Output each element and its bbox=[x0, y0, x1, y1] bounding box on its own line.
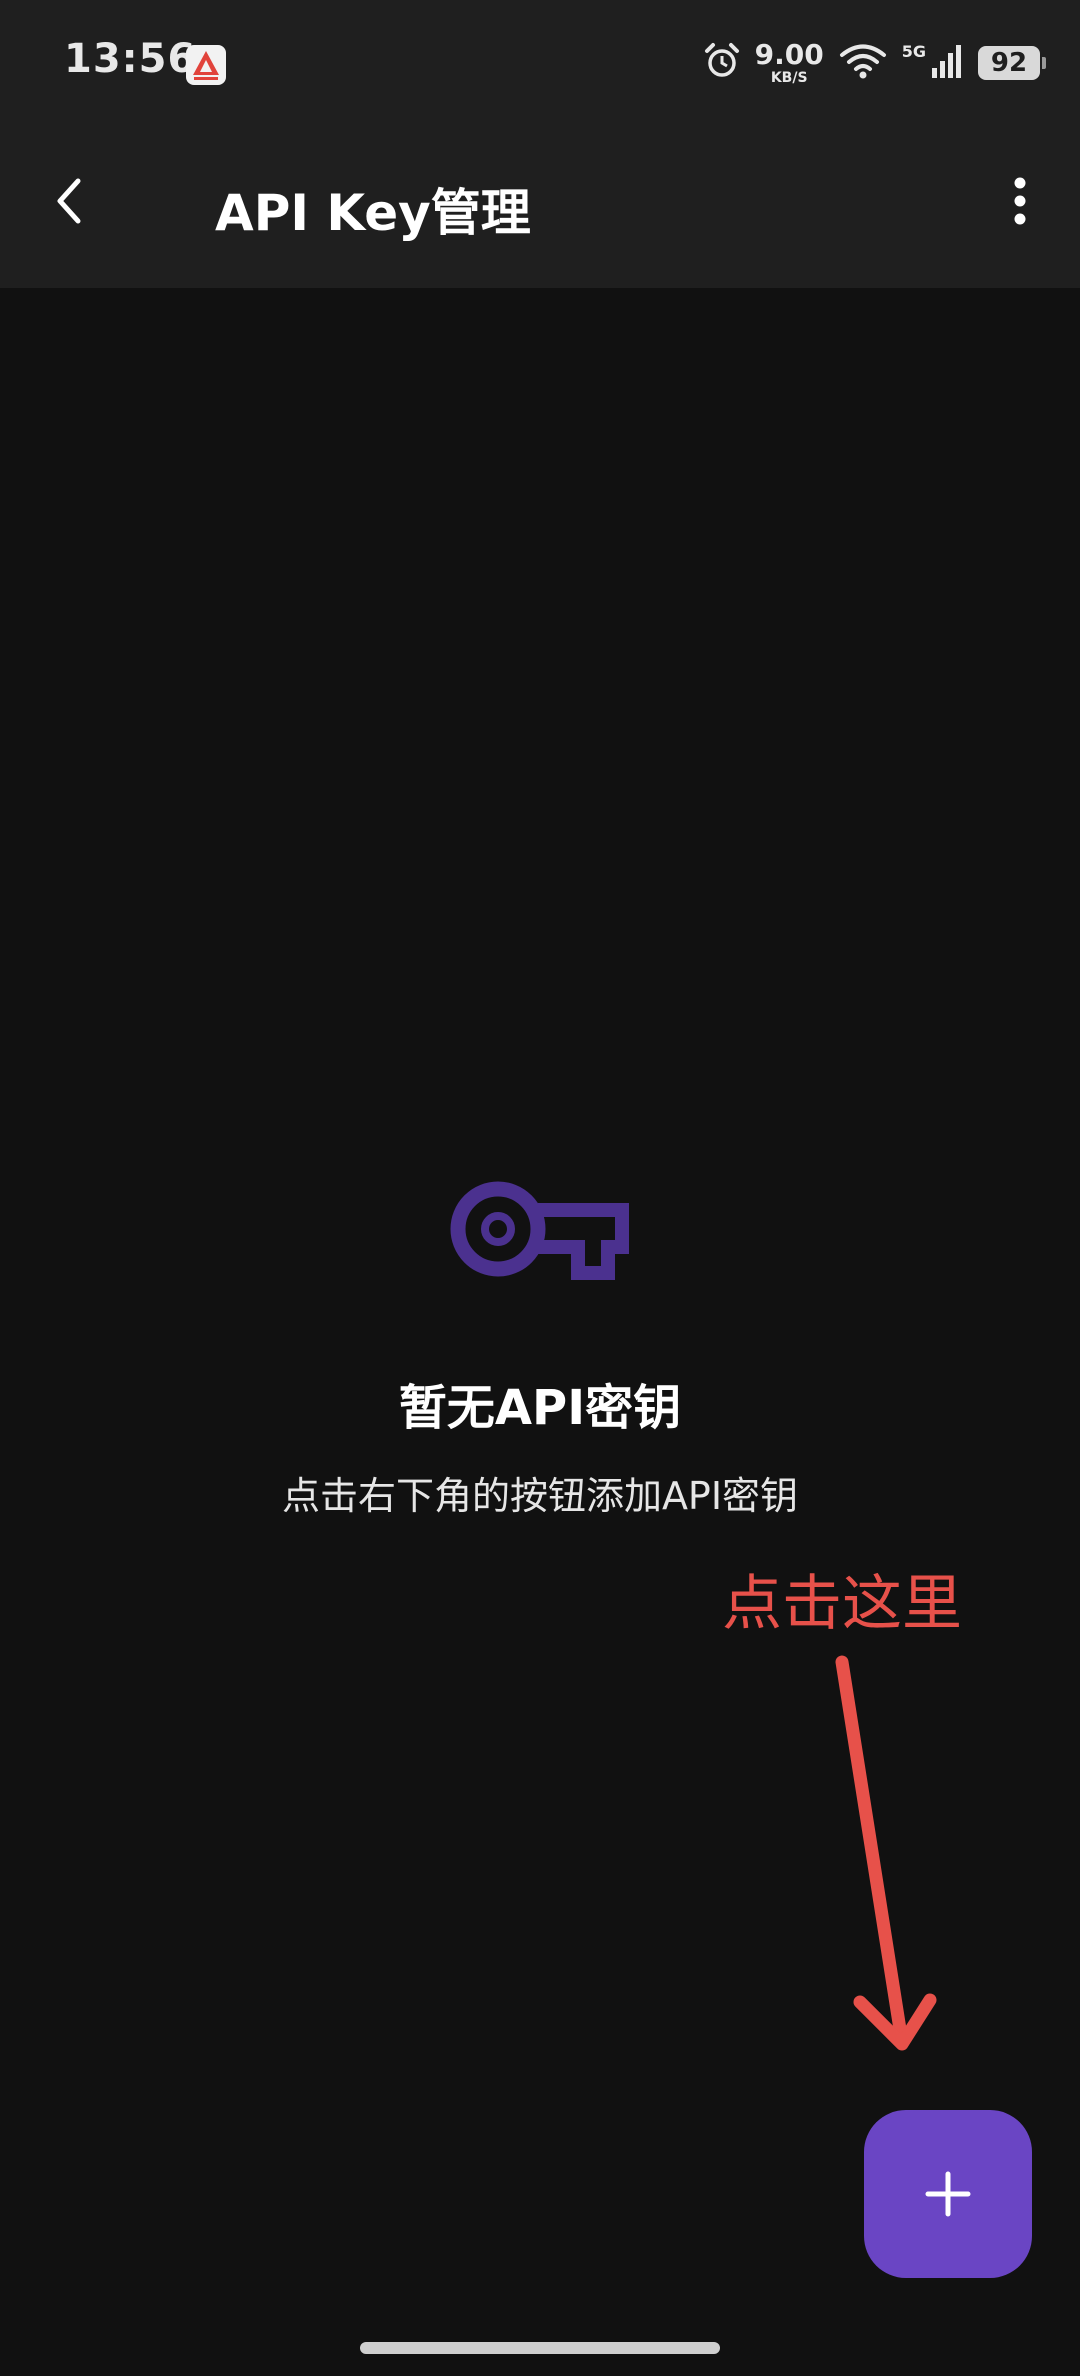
network-speed-unit: KB/S bbox=[770, 70, 808, 86]
network-speed: 9.00 KB/S bbox=[754, 38, 824, 86]
wifi-icon bbox=[838, 42, 888, 84]
back-button[interactable] bbox=[40, 171, 100, 231]
status-icons: 9.00 KB/S 5G 92 bbox=[703, 38, 1046, 88]
add-api-key-button[interactable] bbox=[864, 2110, 1032, 2278]
alarm-icon bbox=[703, 42, 741, 84]
status-bar: 13:56 9.00 KB/S 5G 92 bbox=[0, 0, 1080, 125]
page-title: API Key管理 bbox=[215, 184, 531, 242]
status-time: 13:56 bbox=[64, 36, 197, 82]
arrow-down-icon bbox=[820, 1650, 950, 2060]
more-vert-icon bbox=[1014, 177, 1026, 225]
signal-icon bbox=[930, 42, 964, 84]
more-options-button[interactable] bbox=[990, 171, 1050, 231]
chevron-left-icon bbox=[57, 178, 81, 224]
network-type: 5G bbox=[901, 42, 926, 61]
network-speed-value: 9.00 bbox=[754, 38, 824, 71]
battery-icon: 92 bbox=[978, 46, 1046, 80]
app-notification-icon bbox=[186, 45, 226, 85]
app-bar: API Key管理 bbox=[0, 125, 1080, 288]
empty-state-subtitle: 点击右下角的按钮添加API密钥 bbox=[281, 1474, 799, 1518]
empty-state-title: 暂无API密钥 bbox=[398, 1380, 682, 1436]
annotation-text: 点击这里 bbox=[722, 1569, 962, 1639]
gesture-navigation-bar[interactable] bbox=[360, 2342, 720, 2354]
key-icon bbox=[450, 1175, 630, 1285]
screen: 13:56 9.00 KB/S 5G 92 API Key管理 暂无API密钥 … bbox=[0, 0, 1080, 2376]
plus-icon bbox=[925, 2171, 971, 2217]
